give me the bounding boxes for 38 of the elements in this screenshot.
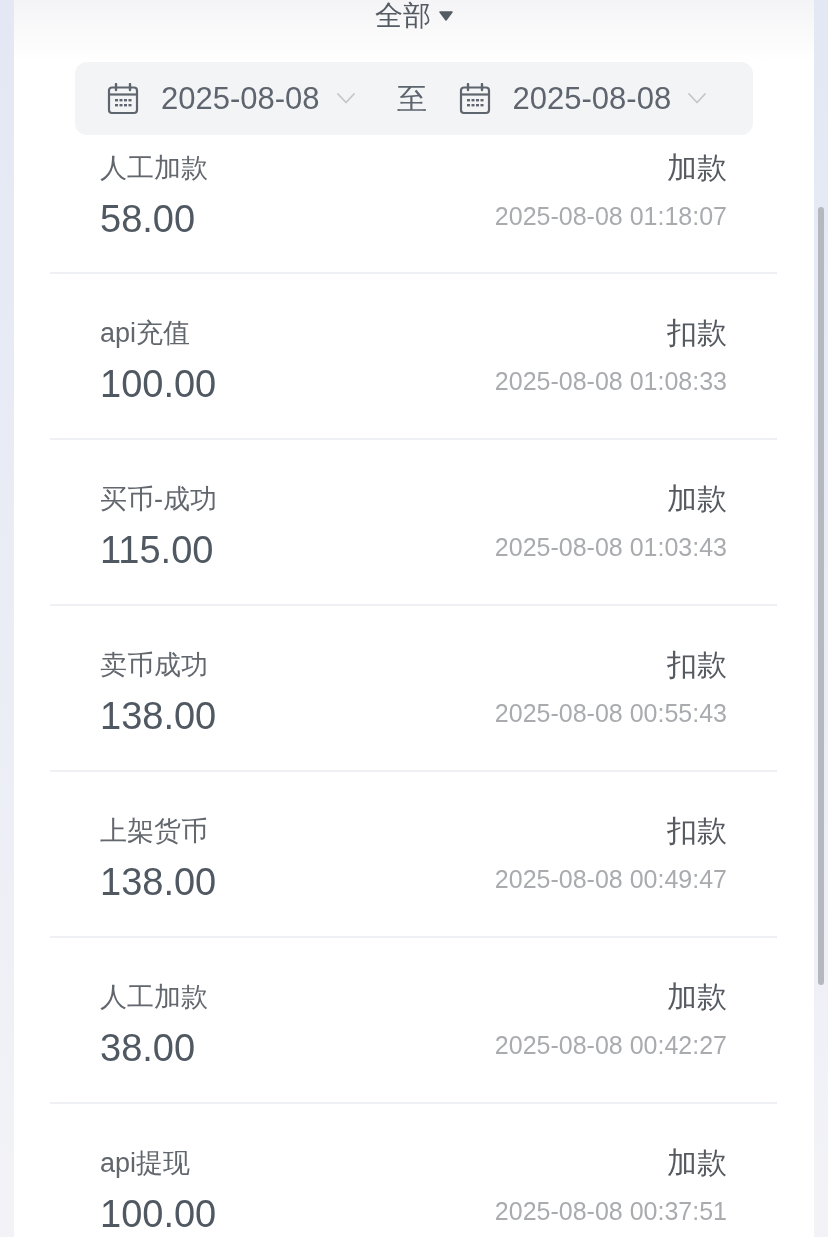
record-title: 卖币成功 — [100, 649, 208, 682]
chevron-down-icon — [336, 93, 355, 104]
filter-dropdown[interactable]: 全部 — [371, 0, 457, 32]
chevron-down-icon — [688, 93, 707, 104]
caret-icon — [439, 11, 453, 21]
record-time: 2025-08-08 01:03:43 — [494, 532, 727, 563]
calendar-icon — [458, 82, 491, 115]
date-range-separator: 至 — [396, 80, 427, 117]
record-type: 加款 — [667, 481, 727, 517]
record-type: 扣款 — [667, 813, 727, 849]
record-amount: 58.00 — [100, 197, 196, 241]
record-type: 加款 — [667, 150, 727, 186]
calendar-icon — [107, 82, 139, 115]
start-date-picker[interactable]: 2025-08-08 — [107, 80, 355, 117]
record-amount: 38.00 — [100, 1026, 196, 1070]
record-amount: 115.00 — [100, 528, 214, 572]
scrollbar-thumb[interactable] — [818, 207, 824, 985]
record-time: 2025-08-08 00:55:43 — [494, 698, 727, 729]
record-title: 人工加款 — [100, 152, 208, 185]
record-amount: 100.00 — [100, 1192, 217, 1236]
record-type: 加款 — [667, 979, 727, 1015]
record-amount: 100.00 — [100, 362, 217, 406]
record-title: 上架货币 — [100, 815, 208, 848]
record-type: 加款 — [667, 1145, 727, 1181]
record-time: 2025-08-08 00:37:51 — [494, 1196, 727, 1227]
record-time: 2025-08-08 00:42:27 — [494, 1030, 727, 1061]
record-amount: 138.00 — [100, 694, 217, 738]
record-amount: 138.00 — [100, 860, 217, 904]
record-type: 扣款 — [667, 315, 727, 351]
record-title: 买币-成功 — [100, 483, 217, 516]
record-time: 2025-08-08 01:18:07 — [494, 201, 727, 232]
end-date-picker[interactable]: 2025-08-08 — [458, 80, 707, 117]
record-title: 人工加款 — [100, 981, 208, 1014]
record-time: 2025-08-08 00:49:47 — [494, 864, 727, 895]
record-type: 扣款 — [667, 647, 727, 683]
record-title: api充值 — [100, 317, 191, 350]
record-title: api提现 — [100, 1147, 191, 1180]
record-time: 2025-08-08 01:08:33 — [494, 366, 727, 397]
